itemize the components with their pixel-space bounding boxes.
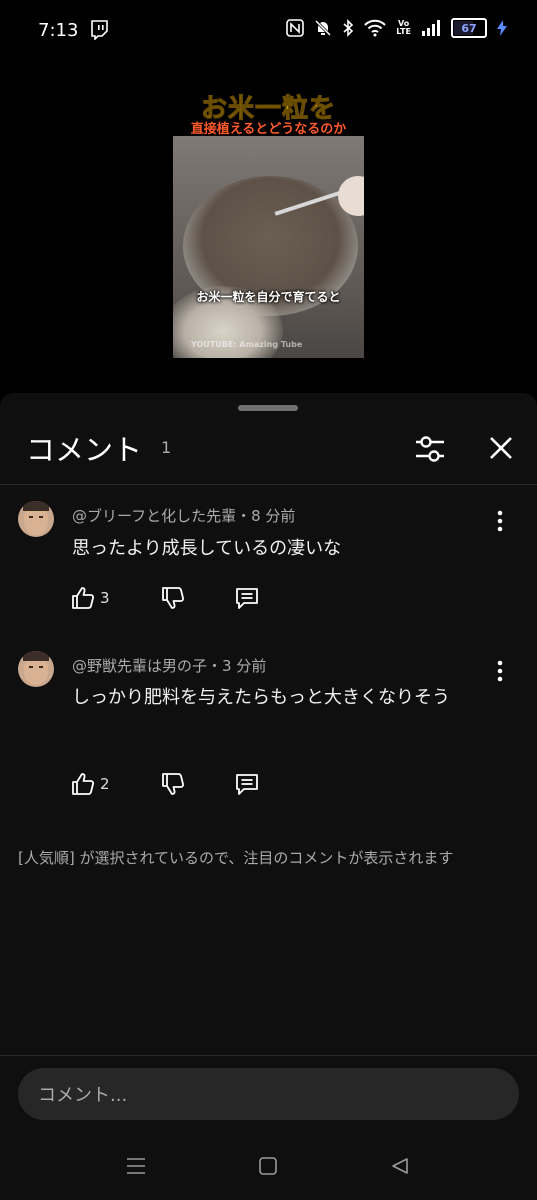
close-icon[interactable] bbox=[484, 431, 518, 465]
compose-divider bbox=[0, 1055, 537, 1056]
battery-indicator: 67 bbox=[451, 18, 487, 38]
video-watermark: YOUTUBE: Amazing Tube bbox=[191, 340, 303, 349]
dislike-button[interactable] bbox=[160, 771, 186, 797]
thumbs-up-icon bbox=[72, 773, 95, 795]
volte-indicator: Vo LTE bbox=[396, 19, 411, 36]
more-options-icon[interactable] bbox=[490, 659, 510, 683]
thumbs-down-icon bbox=[162, 773, 185, 795]
comments-title: コメント bbox=[26, 433, 143, 467]
comment-actions: 2 bbox=[70, 771, 290, 797]
video-title-line2: 直接植えるとどうなるのか bbox=[190, 122, 347, 137]
reply-icon bbox=[236, 588, 258, 609]
avatar[interactable] bbox=[18, 651, 54, 687]
comment-author-time[interactable]: @ブリーフと化した先輩・8 分前 bbox=[72, 505, 295, 526]
reply-button[interactable] bbox=[234, 771, 260, 797]
comment-actions: 3 bbox=[70, 585, 290, 611]
back-icon[interactable] bbox=[390, 1156, 410, 1176]
like-count: 3 bbox=[100, 589, 110, 607]
video-subtitle: お米一粒を自分で育てると bbox=[196, 290, 341, 304]
comment-author-time[interactable]: @野獣先輩は男の子・3 分前 bbox=[72, 655, 266, 676]
charging-icon bbox=[497, 20, 507, 36]
thumbs-up-icon bbox=[72, 587, 95, 609]
video-frame[interactable]: お米一粒を自分で育てると YOUTUBE: Amazing Tube bbox=[173, 136, 364, 358]
clock: 7:13 bbox=[38, 20, 79, 41]
like-button[interactable]: 2 bbox=[70, 771, 112, 797]
battery-percent: 67 bbox=[461, 21, 477, 35]
more-options-icon[interactable] bbox=[490, 509, 510, 533]
filter-sort-icon[interactable] bbox=[412, 431, 448, 467]
mute-bell-icon bbox=[315, 19, 332, 37]
thumbs-down-icon bbox=[162, 587, 185, 609]
home-icon[interactable] bbox=[258, 1156, 278, 1176]
dislike-button[interactable] bbox=[160, 585, 186, 611]
comment-compose-box[interactable] bbox=[18, 1068, 519, 1122]
reply-button[interactable] bbox=[234, 585, 260, 611]
header-divider bbox=[0, 484, 537, 485]
wifi-icon bbox=[364, 19, 387, 37]
signal-icon bbox=[422, 20, 440, 36]
comments-sheet: コメント 1 @ブリーフと化した先輩・8 分前 思ったより成長しているの凄いな … bbox=[0, 393, 537, 1200]
comments-count: 1 bbox=[161, 438, 172, 457]
nfc-icon bbox=[286, 19, 305, 37]
video-player[interactable]: お米一粒を 直接植えるとどうなるのか お米一粒を自分で育てると YOUTUBE:… bbox=[0, 62, 537, 400]
comment-input[interactable] bbox=[36, 1068, 500, 1122]
drag-handle[interactable] bbox=[238, 405, 298, 411]
system-nav-bar bbox=[0, 1140, 537, 1200]
sort-notice: [人気順] が選択されているので、注目のコメントが表示されます bbox=[18, 849, 454, 867]
recent-apps-icon[interactable] bbox=[126, 1156, 146, 1176]
twitch-icon bbox=[91, 20, 108, 40]
like-button[interactable]: 3 bbox=[70, 585, 112, 611]
status-bar: 7:13 Vo LTE 67 bbox=[0, 0, 537, 62]
comment-text: しっかり肥料を与えたらもっと大きくなりそう bbox=[72, 687, 450, 708]
avatar[interactable] bbox=[18, 501, 54, 537]
like-count: 2 bbox=[100, 775, 110, 793]
bluetooth-icon bbox=[343, 19, 354, 37]
comment-text: 思ったより成長しているの凄いな bbox=[72, 538, 342, 559]
reply-icon bbox=[236, 774, 258, 795]
